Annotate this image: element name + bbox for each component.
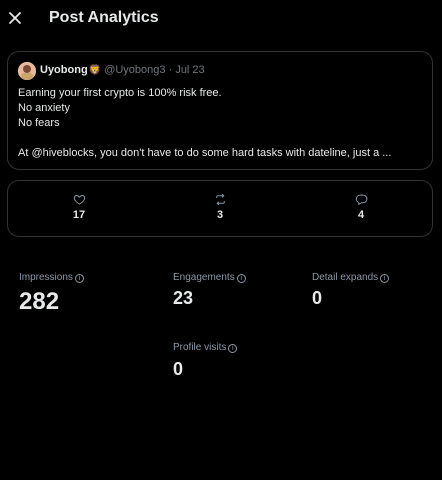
repost-icon [215,193,225,206]
profile-visits-value: 0 [173,359,184,379]
info-icon[interactable]: i [236,274,246,283]
header: Post Analytics [0,0,442,38]
engagements-metric: Engagements i 23 [173,267,246,309]
impressions-metric: Impressions i 282 [19,267,84,316]
engagement-card: 17 3 4 [7,180,433,237]
info-icon[interactable]: i [380,274,390,283]
reposts-stat[interactable]: 3 [200,193,240,221]
user-handle[interactable]: @Uyobong3 [104,64,165,76]
post-line-gap [18,131,423,146]
post-line: No fears [18,117,60,129]
post-line: Earning your first crypto is 100% risk f… [18,87,222,99]
likes-stat[interactable]: 17 [59,193,99,221]
replies-stat[interactable]: 4 [341,193,381,221]
info-icon[interactable]: i [74,274,84,283]
post-header: Uyobong🦁 @Uyobong3 · Jul 23 [40,64,205,76]
post-line: No anxiety [18,102,70,114]
impressions-value: 282 [19,288,60,315]
close-icon [9,12,21,24]
engagements-label: Engagements i [173,272,246,283]
close-button[interactable] [6,8,24,28]
post-line: At @hiveblocks, you don't have to do som… [18,147,392,159]
detail-expands-metric: Detail expands i 0 [312,267,390,309]
detail-expands-label: Detail expands i [312,272,390,283]
page-title: Post Analytics [49,9,159,26]
engagements-value: 23 [173,288,194,308]
avatar[interactable] [18,62,36,80]
likes-count: 17 [72,209,86,221]
profile-visits-label: Profile visits i [173,342,238,353]
lion-emoji-icon: 🦁 [88,65,102,76]
info-icon[interactable]: i [228,344,238,353]
separator: · [168,64,173,76]
heart-icon [73,195,85,205]
reposts-count: 3 [216,209,224,221]
detail-expands-value: 0 [312,288,323,308]
avatar-image [18,62,36,80]
post-text: Earning your first crypto is 100% risk f… [18,86,423,161]
post-card[interactable]: Uyobong🦁 @Uyobong3 · Jul 23 Earning your… [7,51,433,170]
impressions-label: Impressions i [19,272,84,283]
replies-count: 4 [357,209,365,221]
reply-icon [355,194,367,206]
post-date[interactable]: Jul 23 [175,64,204,76]
profile-visits-metric: Profile visits i 0 [173,337,238,380]
display-name[interactable]: Uyobong [40,64,88,76]
